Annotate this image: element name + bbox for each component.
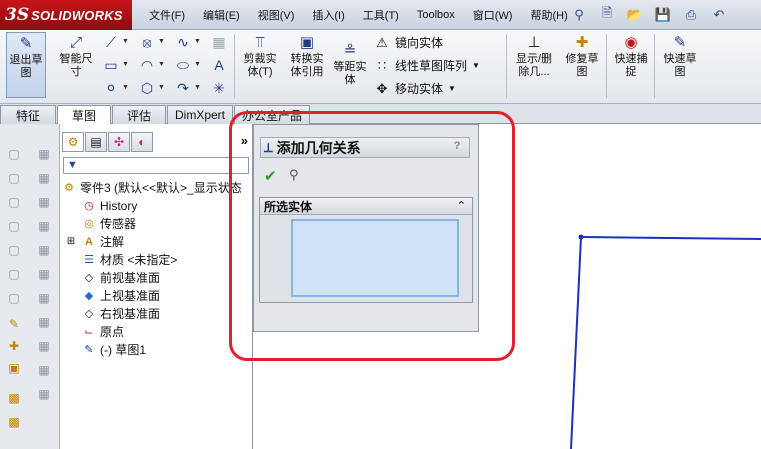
sketch-point[interactable] bbox=[578, 234, 584, 240]
watermark-fade bbox=[590, 366, 761, 449]
sketch-line-vertical[interactable] bbox=[570, 236, 582, 449]
sketch-line-horizontal[interactable] bbox=[580, 236, 761, 240]
